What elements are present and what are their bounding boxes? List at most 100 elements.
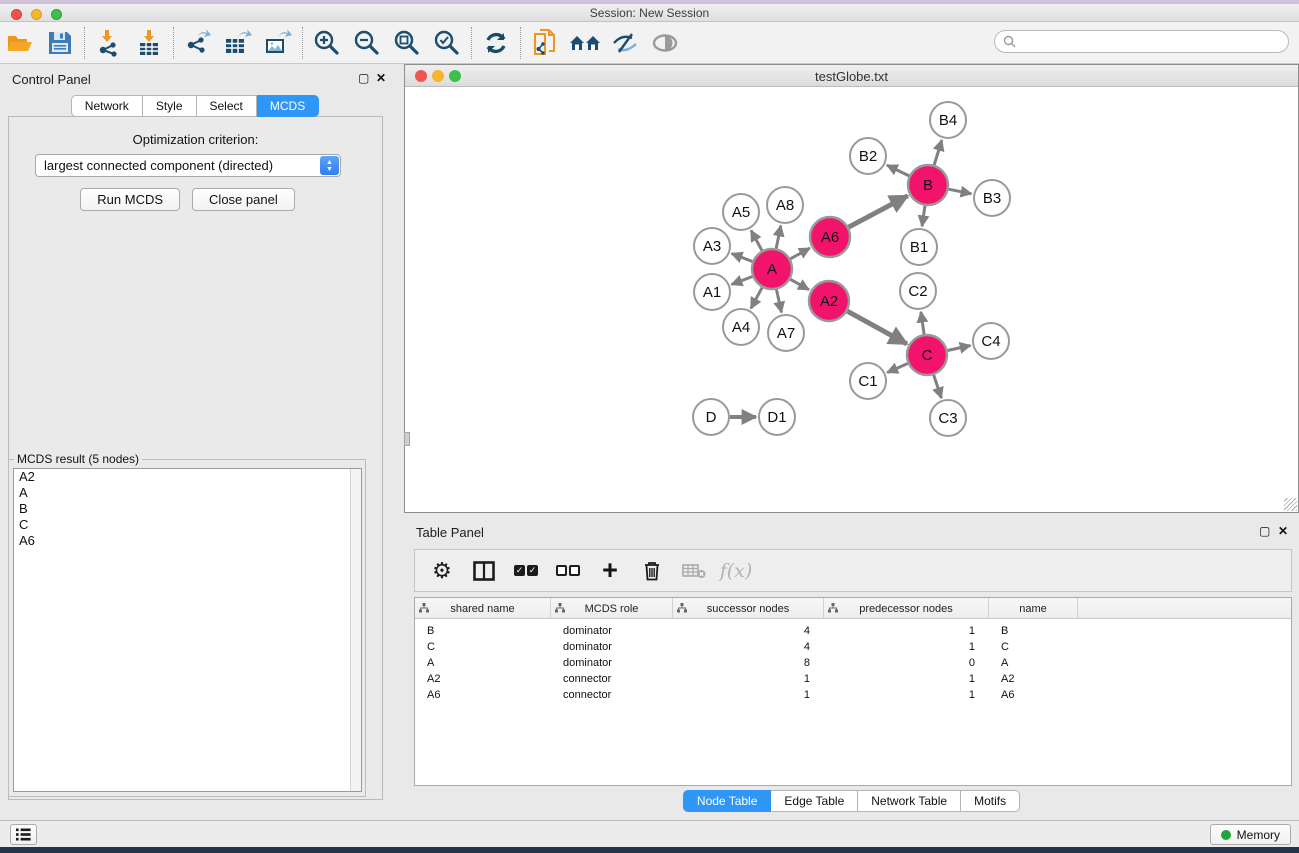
column-header-name[interactable]: name bbox=[989, 598, 1078, 619]
tab-network[interactable]: Network bbox=[71, 95, 143, 117]
graph-node-B2[interactable]: B2 bbox=[850, 138, 886, 174]
column-header-predecessor-nodes[interactable]: predecessor nodes bbox=[824, 598, 989, 619]
close-panel-button[interactable]: Close panel bbox=[192, 188, 295, 211]
graph-node-D1[interactable]: D1 bbox=[759, 399, 795, 435]
tab-select[interactable]: Select bbox=[197, 95, 257, 117]
search-input[interactable] bbox=[1016, 33, 1288, 51]
delete-table-icon[interactable] bbox=[677, 556, 711, 586]
zoom-fit-button[interactable] bbox=[387, 26, 427, 60]
float-table-panel-icon[interactable]: ▢ bbox=[1259, 525, 1270, 537]
graph-node-B1[interactable]: B1 bbox=[901, 229, 937, 265]
gear-icon[interactable]: ⚙ bbox=[425, 556, 459, 586]
mcds-result-item[interactable]: C bbox=[14, 517, 361, 533]
import-network-button[interactable] bbox=[89, 26, 129, 60]
graph-node-A[interactable]: A bbox=[752, 249, 792, 289]
graph-node-A2[interactable]: A2 bbox=[809, 281, 849, 321]
graph-node-A6[interactable]: A6 bbox=[810, 217, 850, 257]
show-hide-button[interactable] bbox=[605, 26, 645, 60]
memory-button[interactable]: Memory bbox=[1210, 824, 1291, 845]
tab-node-table[interactable]: Node Table bbox=[683, 790, 772, 812]
graph-node-A5[interactable]: A5 bbox=[723, 194, 759, 230]
clone-network-button[interactable] bbox=[525, 26, 565, 60]
column-header-MCDS-role[interactable]: MCDS role bbox=[551, 598, 673, 619]
select-all-checkboxes-icon[interactable]: ✓✓ bbox=[509, 556, 543, 586]
graph-node-A4[interactable]: A4 bbox=[723, 309, 759, 345]
window-west-resize-handle[interactable] bbox=[404, 432, 410, 446]
network-canvas[interactable]: B4B2BB3A5A8A6A3B1AA1C2A2A4A7C4CC1C3DD1 bbox=[406, 87, 1297, 511]
tab-motifs[interactable]: Motifs bbox=[961, 790, 1020, 812]
graph-node-C1[interactable]: C1 bbox=[850, 363, 886, 399]
edge-C-C1[interactable] bbox=[887, 363, 908, 372]
graph-node-B4[interactable]: B4 bbox=[930, 102, 966, 138]
refresh-button[interactable] bbox=[476, 26, 516, 60]
edge-A2-C[interactable] bbox=[847, 311, 906, 344]
graph-node-A1[interactable]: A1 bbox=[694, 274, 730, 310]
edge-A-A7[interactable] bbox=[776, 290, 781, 313]
graph-node-B3[interactable]: B3 bbox=[974, 180, 1010, 216]
task-history-button[interactable] bbox=[10, 824, 37, 845]
float-panel-icon[interactable]: ▢ bbox=[358, 72, 369, 84]
mcds-result-list[interactable]: A2ABCA6 bbox=[13, 468, 362, 792]
function-builder-icon[interactable]: f(x) bbox=[719, 556, 753, 586]
criterion-dropdown[interactable]: largest connected component (directed) ▲… bbox=[35, 154, 341, 177]
graph-node-C3[interactable]: C3 bbox=[930, 400, 966, 436]
edge-C-C2[interactable] bbox=[921, 312, 924, 334]
first-neighbors-button[interactable] bbox=[565, 26, 605, 60]
edge-B-B4[interactable] bbox=[934, 140, 942, 165]
mcds-result-item[interactable]: A bbox=[14, 485, 361, 501]
table-row[interactable]: Adominator80A bbox=[415, 655, 1292, 671]
zoom-out-button[interactable] bbox=[347, 26, 387, 60]
eye-button[interactable] bbox=[645, 26, 685, 60]
table-row[interactable]: Cdominator41C bbox=[415, 639, 1292, 655]
edge-A-A2[interactable] bbox=[790, 279, 809, 289]
graph-node-B[interactable]: B bbox=[908, 165, 948, 205]
graph-node-D[interactable]: D bbox=[693, 399, 729, 435]
graph-node-C[interactable]: C bbox=[907, 335, 947, 375]
graph-node-A8[interactable]: A8 bbox=[767, 187, 803, 223]
run-mcds-button[interactable]: Run MCDS bbox=[80, 188, 180, 211]
scrollbar-track[interactable] bbox=[350, 469, 361, 791]
close-table-panel-icon[interactable]: ✕ bbox=[1278, 525, 1288, 537]
edge-B-B1[interactable] bbox=[922, 206, 925, 226]
graph-node-A7[interactable]: A7 bbox=[768, 315, 804, 351]
window-resize-grip[interactable] bbox=[1284, 498, 1297, 511]
edge-C-C4[interactable] bbox=[948, 345, 971, 350]
delete-column-icon[interactable] bbox=[635, 556, 669, 586]
column-layout-icon[interactable] bbox=[467, 556, 501, 586]
add-column-icon[interactable]: + bbox=[593, 556, 627, 586]
edge-B-B2[interactable] bbox=[887, 165, 909, 176]
mcds-result-item[interactable]: A6 bbox=[14, 533, 361, 549]
export-image-button[interactable] bbox=[258, 26, 298, 60]
edge-C-C3[interactable] bbox=[934, 375, 942, 398]
network-graph[interactable]: B4B2BB3A5A8A6A3B1AA1C2A2A4A7C4CC1C3DD1 bbox=[406, 87, 1297, 511]
table-row[interactable]: A2connector11A2 bbox=[415, 671, 1292, 687]
network-window-titlebar[interactable]: testGlobe.txt bbox=[405, 65, 1298, 87]
tab-style[interactable]: Style bbox=[143, 95, 197, 117]
zoom-in-button[interactable] bbox=[307, 26, 347, 60]
mcds-result-item[interactable]: A2 bbox=[14, 469, 361, 485]
table-row[interactable]: A6connector11A6 bbox=[415, 687, 1292, 703]
column-header-shared-name[interactable]: shared name bbox=[415, 598, 551, 619]
edge-A6-B[interactable] bbox=[849, 196, 908, 227]
graph-node-C4[interactable]: C4 bbox=[973, 323, 1009, 359]
tab-mcds[interactable]: MCDS bbox=[257, 95, 319, 117]
save-session-button[interactable] bbox=[40, 26, 80, 60]
mcds-result-item[interactable]: B bbox=[14, 501, 361, 517]
export-table-button[interactable] bbox=[218, 26, 258, 60]
column-header-successor-nodes[interactable]: successor nodes bbox=[673, 598, 824, 619]
edge-A-A1[interactable] bbox=[732, 277, 753, 285]
edge-A-A3[interactable] bbox=[732, 254, 753, 262]
open-file-button[interactable] bbox=[0, 26, 40, 60]
tab-network-table[interactable]: Network Table bbox=[858, 790, 961, 812]
tab-edge-table[interactable]: Edge Table bbox=[771, 790, 858, 812]
edge-B-B3[interactable] bbox=[949, 189, 972, 194]
close-panel-icon[interactable]: ✕ bbox=[376, 72, 386, 84]
search-field[interactable] bbox=[994, 30, 1289, 53]
table-row[interactable]: Bdominator41B bbox=[415, 623, 1292, 639]
edge-A-A6[interactable] bbox=[790, 248, 809, 259]
deselect-all-checkboxes-icon[interactable] bbox=[551, 556, 585, 586]
graph-node-C2[interactable]: C2 bbox=[900, 273, 936, 309]
import-table-button[interactable] bbox=[129, 26, 169, 60]
zoom-selected-button[interactable] bbox=[427, 26, 467, 60]
edge-A-A4[interactable] bbox=[751, 288, 762, 309]
